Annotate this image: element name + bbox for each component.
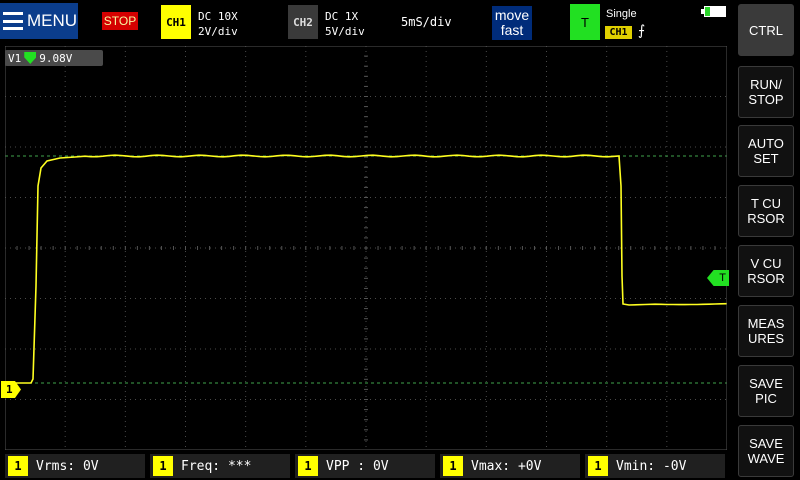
ch1-scale: 2V/div — [198, 25, 238, 38]
measurement-freq[interactable]: 1 Freq: *** — [150, 454, 290, 478]
battery-level — [705, 7, 710, 16]
voltage-cursor-readout: V1 9.08V — [5, 50, 103, 66]
measurement-value: Vmin: -0V — [616, 458, 687, 474]
cursor-value: 9.08V — [39, 51, 73, 65]
t-cursor-button[interactable]: T CU RSOR — [738, 185, 794, 237]
measurement-value: Vmax: +0V — [471, 458, 542, 474]
measurement-channel-badge: 1 — [298, 456, 318, 476]
menu-label: MENU — [27, 11, 78, 30]
measures-button[interactable]: MEAS URES — [738, 305, 794, 357]
move-speed-label: fast — [500, 22, 524, 38]
measurement-vpp[interactable]: 1 VPP : 0V — [295, 454, 435, 478]
run-state-badge[interactable]: STOP — [102, 12, 138, 30]
measurement-channel-badge: 1 — [8, 456, 28, 476]
menu-button[interactable]: MENU — [0, 3, 78, 39]
timebase-display[interactable]: 5mS/div — [401, 15, 452, 29]
rising-edge-icon[interactable]: ⨍ — [638, 23, 645, 39]
measurement-channel-badge: 1 — [588, 456, 608, 476]
ch1-coupling: DC 10X — [198, 10, 238, 23]
ch1-info[interactable]: DC 10X 2V/div — [198, 9, 238, 39]
cursor-label: V1 — [8, 51, 22, 65]
measurement-channel-badge: 1 — [443, 456, 463, 476]
measurement-vrms[interactable]: 1 Vrms: 0V — [5, 454, 145, 478]
move-speed-button[interactable]: move fast — [492, 6, 532, 40]
trigger-button[interactable]: T — [570, 4, 600, 40]
v-cursor-button[interactable]: V CU RSOR — [738, 245, 794, 297]
hamburger-menu-icon — [3, 12, 23, 30]
grid-lines — [5, 46, 727, 450]
ch2-button[interactable]: CH2 — [288, 5, 318, 39]
ch2-coupling: DC 1X — [325, 10, 359, 23]
run-stop-button[interactable]: RUN/ STOP — [738, 66, 794, 118]
measurement-vmin[interactable]: 1 Vmin: -0V — [585, 454, 725, 478]
move-label: move — [494, 7, 530, 23]
measurement-value: Freq: *** — [181, 458, 252, 474]
ctrl-button[interactable]: CTRL — [738, 4, 794, 56]
measurement-value: Vrms: 0V — [36, 458, 99, 474]
ch2-info[interactable]: DC 1X 5V/div — [325, 9, 365, 39]
measurement-value: VPP : 0V — [326, 458, 389, 474]
ch2-scale: 5V/div — [325, 25, 365, 38]
measurement-vmax[interactable]: 1 Vmax: +0V — [440, 454, 580, 478]
trigger-source[interactable]: CH1 — [605, 26, 632, 39]
side-button-panel: CTRL RUN/ STOP AUTO SET T CU RSOR V CU R… — [738, 0, 800, 480]
measurement-bar: 1 Vrms: 0V 1 Freq: *** 1 VPP : 0V 1 Vmax… — [0, 452, 736, 480]
save-pic-button[interactable]: SAVE PIC — [738, 365, 794, 417]
measurement-channel-badge: 1 — [153, 456, 173, 476]
save-wave-button[interactable]: SAVE WAVE — [738, 425, 794, 477]
auto-set-button[interactable]: AUTO SET — [738, 125, 794, 177]
waveform-graticule — [5, 46, 727, 450]
cursor-marker-icon — [24, 52, 37, 64]
trigger-mode[interactable]: Single — [606, 8, 637, 20]
waveform-screen[interactable] — [5, 46, 727, 450]
ch1-button[interactable]: CH1 — [161, 5, 191, 39]
battery-icon — [701, 6, 726, 17]
top-bar: MENU STOP CH1 DC 10X 2V/div CH2 DC 1X 5V… — [0, 0, 736, 46]
